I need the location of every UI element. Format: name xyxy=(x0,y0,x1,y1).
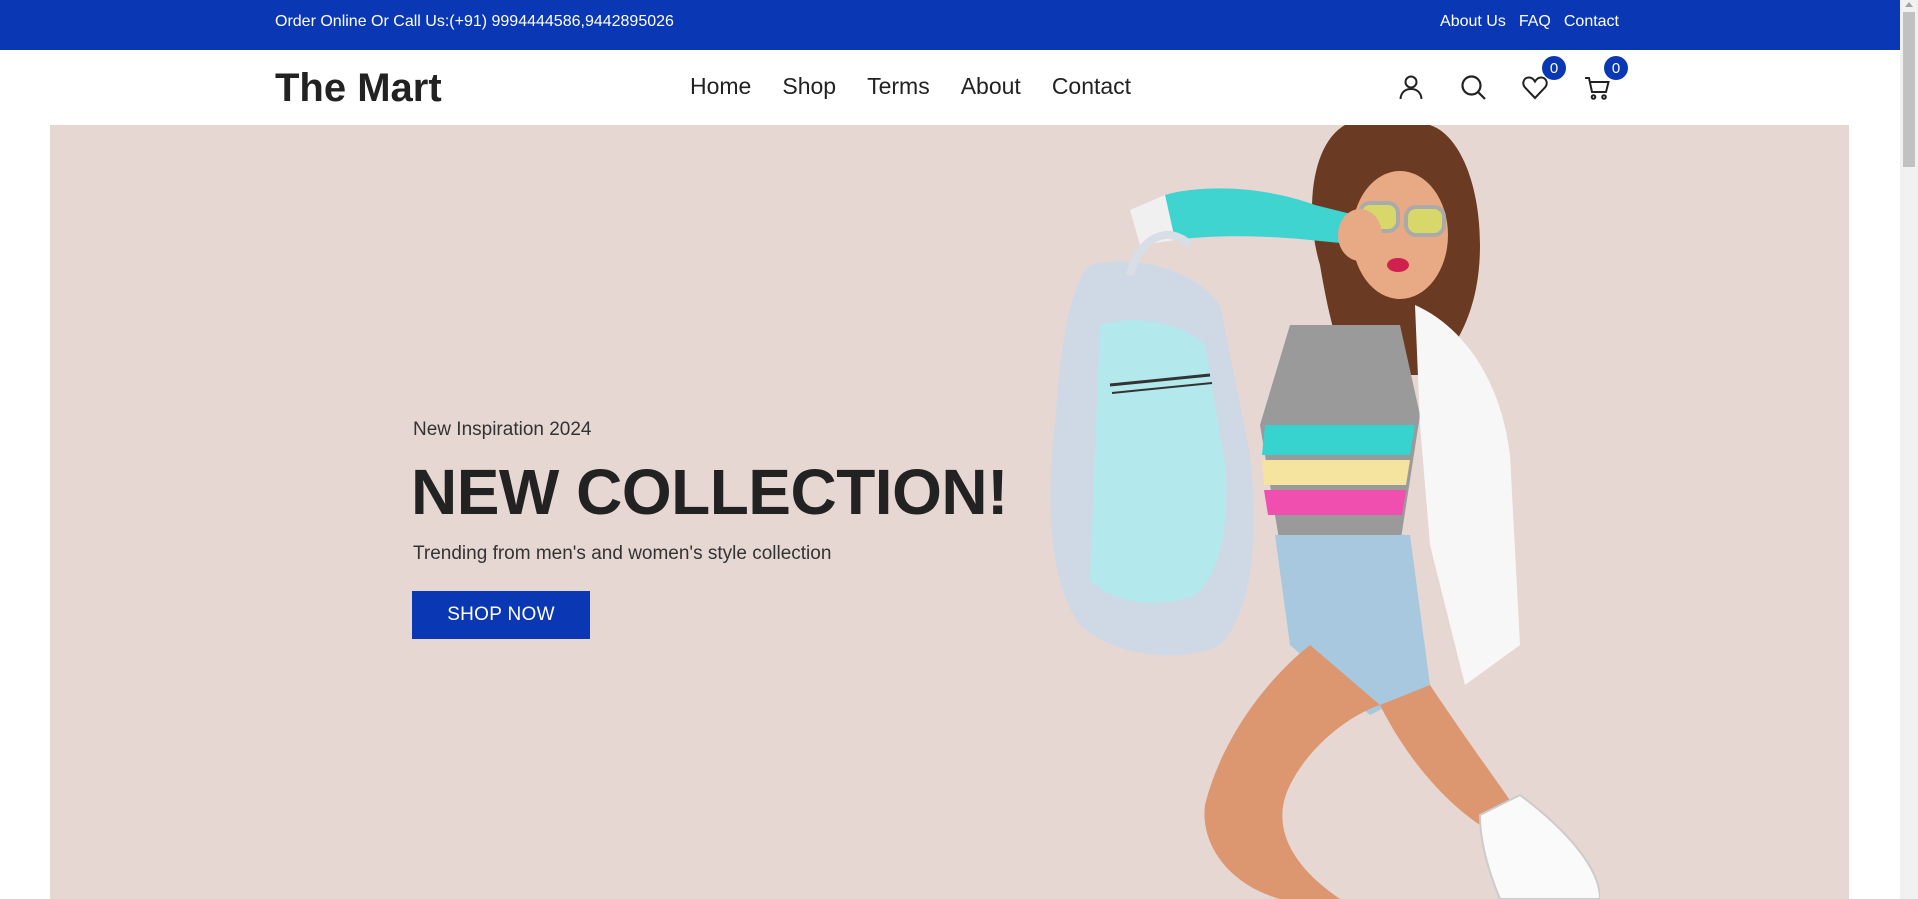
search-button[interactable] xyxy=(1456,70,1490,104)
cart-button[interactable]: 0 xyxy=(1580,56,1628,104)
top-links: About Us FAQ Contact xyxy=(1440,13,1619,31)
wishlist-button[interactable]: 0 xyxy=(1518,56,1566,104)
top-link-contact[interactable]: Contact xyxy=(1564,13,1619,31)
user-icon xyxy=(1399,75,1423,100)
nav-about[interactable]: About xyxy=(961,73,1021,100)
wishlist-count-badge: 0 xyxy=(1542,56,1566,80)
scroll-up-arrow-icon[interactable] xyxy=(1905,2,1913,7)
nav-contact[interactable]: Contact xyxy=(1052,73,1131,100)
hero-title: NEW COLLECTION! xyxy=(411,456,1008,528)
top-bar: Order Online Or Call Us:(+91) 9994444586… xyxy=(0,0,1900,50)
hero-banner: New Inspiration 2024 NEW COLLECTION! Tre… xyxy=(50,125,1849,899)
site-header: The Mart Home Shop Terms About Contact 0 xyxy=(0,50,1900,125)
page-scrollbar[interactable] xyxy=(1900,0,1918,899)
nav-home[interactable]: Home xyxy=(690,73,751,100)
top-link-faq[interactable]: FAQ xyxy=(1519,13,1551,31)
account-button[interactable] xyxy=(1394,70,1428,104)
cart-count-badge: 0 xyxy=(1604,56,1628,80)
site-logo[interactable]: The Mart xyxy=(275,66,442,111)
shop-now-button[interactable]: SHOP NOW xyxy=(412,591,590,639)
main-nav: Home Shop Terms About Contact xyxy=(690,73,1131,100)
header-icons: 0 0 xyxy=(1394,56,1628,104)
hero-model-image xyxy=(1050,125,1600,899)
call-us-text: Order Online Or Call Us:(+91) 9994444586… xyxy=(275,13,674,30)
top-link-about-us[interactable]: About Us xyxy=(1440,13,1506,31)
hero-description: Trending from men's and women's style co… xyxy=(413,543,832,564)
scrollbar-thumb[interactable] xyxy=(1903,12,1915,167)
cart-icon xyxy=(1585,77,1610,100)
nav-shop[interactable]: Shop xyxy=(782,73,836,100)
nav-terms[interactable]: Terms xyxy=(867,73,930,100)
heart-icon xyxy=(1522,76,1548,100)
search-icon xyxy=(1461,75,1486,100)
hero-subtitle: New Inspiration 2024 xyxy=(413,419,592,440)
